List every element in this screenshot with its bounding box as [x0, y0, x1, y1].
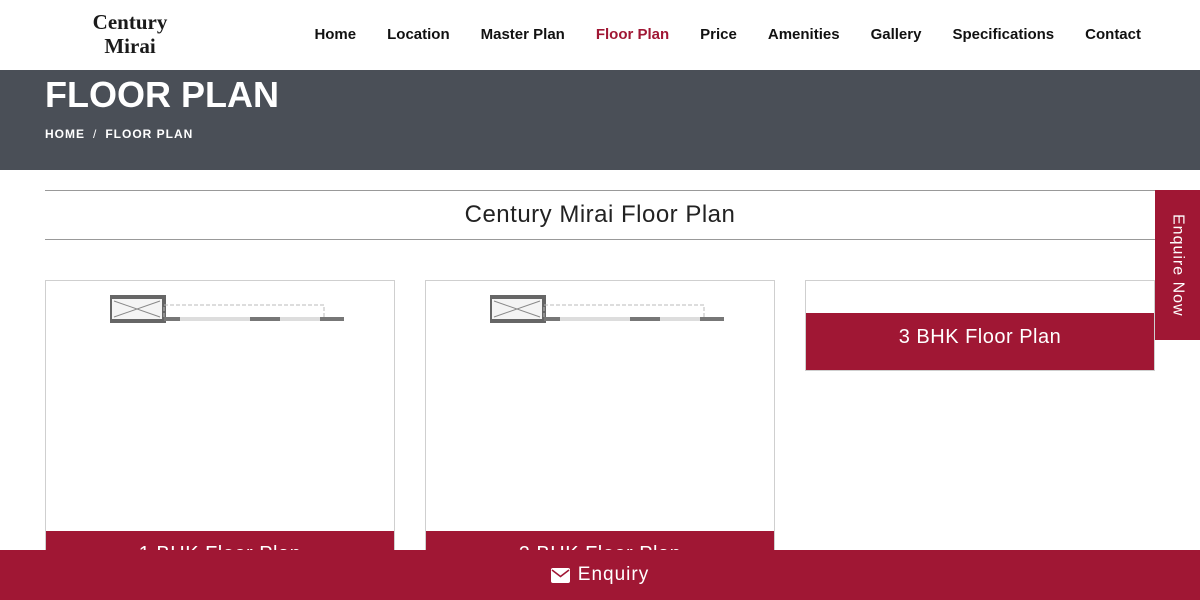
site-header: Century Mirai Home Location Master Plan … — [0, 0, 1200, 70]
enquire-now-tab[interactable]: Enquire Now — [1155, 190, 1200, 340]
page-title: FLOOR PLAN — [45, 74, 279, 115]
enquire-now-label: Enquire Now — [1169, 213, 1187, 317]
card-label: 3 BHK Floor Plan — [806, 313, 1154, 370]
breadcrumb-home[interactable]: HOME — [45, 127, 85, 141]
breadcrumb: HOME / FLOOR PLAN — [45, 127, 193, 141]
nav-contact[interactable]: Contact — [1085, 26, 1141, 43]
breadcrumb-current: FLOOR PLAN — [105, 127, 194, 141]
logo-line-1: Century — [92, 10, 168, 34]
nav-specifications[interactable]: Specifications — [952, 26, 1054, 43]
enquiry-bar[interactable]: Enquiry — [0, 550, 1200, 600]
page-banner: FLOOR PLAN HOME / FLOOR PLAN — [0, 70, 1200, 170]
floor-plan-card-2bhk[interactable]: 2 BHK Floor Plan — [425, 280, 775, 580]
nav-floor-plan[interactable]: Floor Plan — [596, 26, 669, 43]
envelope-icon — [550, 567, 570, 583]
enquiry-label: Enquiry — [577, 564, 650, 585]
floor-plan-image — [490, 295, 724, 323]
logo[interactable]: Century Mirai — [84, 10, 176, 58]
section-heading-text: Century Mirai Floor Plan — [464, 201, 736, 228]
nav-master-plan[interactable]: Master Plan — [481, 26, 565, 43]
nav-gallery[interactable]: Gallery — [871, 26, 922, 43]
main-nav: Home Location Master Plan Floor Plan Pri… — [314, 26, 1141, 43]
floor-plan-image — [110, 295, 344, 323]
section-heading: Century Mirai Floor Plan — [45, 190, 1155, 240]
floor-plan-card-3bhk[interactable]: 3 BHK Floor Plan — [805, 280, 1155, 371]
floor-plan-card-1bhk[interactable]: 1 BHK Floor Plan — [45, 280, 395, 580]
logo-line-2: Mirai — [104, 34, 156, 58]
nav-location[interactable]: Location — [387, 26, 450, 43]
nav-amenities[interactable]: Amenities — [768, 26, 840, 43]
nav-price[interactable]: Price — [700, 26, 737, 43]
nav-home[interactable]: Home — [314, 26, 356, 43]
breadcrumb-separator: / — [93, 127, 98, 141]
